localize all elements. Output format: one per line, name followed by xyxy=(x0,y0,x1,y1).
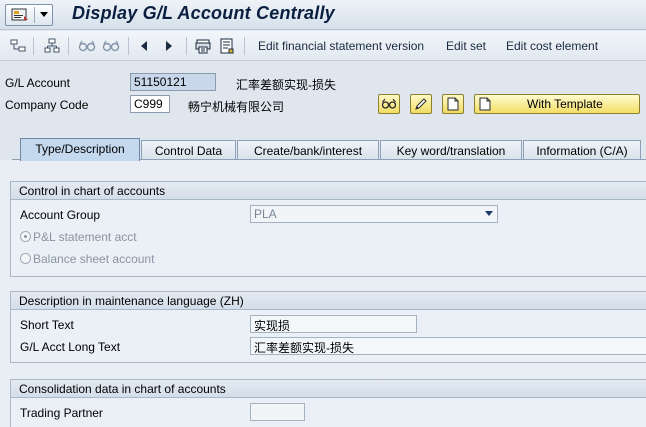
trading-partner-label: Trading Partner xyxy=(20,406,103,420)
edit-set-button[interactable]: Edit set xyxy=(446,39,486,53)
account-group-dropdown[interactable]: PLA xyxy=(250,205,498,223)
tab-create-bank-interest[interactable]: Create/bank/interest xyxy=(237,140,379,160)
hierarchy-icon xyxy=(10,39,26,52)
tab-information-ca[interactable]: Information (C/A) xyxy=(523,140,641,160)
glasses-back-icon xyxy=(78,40,96,52)
group-title: Consolidation data in chart of accounts xyxy=(11,380,646,398)
application-toolbar: Edit financial statement version Edit se… xyxy=(0,31,646,61)
title-bar: Display G/L Account Centrally xyxy=(0,0,646,30)
tab-strip: Type/Description Control Data Create/ban… xyxy=(0,138,646,161)
company-code-field[interactable]: C999 xyxy=(130,95,170,113)
radio-unselected-icon xyxy=(20,253,31,264)
notes-icon xyxy=(220,38,234,54)
blank-page-icon xyxy=(447,97,459,111)
consolidation-group: Consolidation data in chart of accounts … xyxy=(10,379,646,427)
chevron-down-icon xyxy=(485,211,493,216)
gl-account-description: 汇率差额实现-损失 xyxy=(236,78,336,92)
long-text-label: G/L Acct Long Text xyxy=(20,340,121,354)
hierarchy-button[interactable] xyxy=(9,37,27,55)
edit-fs-version-button[interactable]: Edit financial statement version xyxy=(258,39,424,53)
company-code-label: Company Code xyxy=(5,98,89,112)
company-code-description: 畅宁机械有限公司 xyxy=(188,100,285,114)
prev-arrow-icon xyxy=(141,41,147,51)
control-group: Control in chart of accounts Account Gro… xyxy=(10,181,646,277)
glasses-forward-icon xyxy=(102,40,120,52)
tab-key-word-translation[interactable]: Key word/translation xyxy=(380,140,522,160)
print-button[interactable] xyxy=(194,37,212,55)
pl-statement-radio[interactable]: P&L statement acct xyxy=(20,230,137,244)
gl-account-label: G/L Account xyxy=(5,76,70,90)
group-title: Control in chart of accounts xyxy=(11,182,646,200)
display-change-button[interactable] xyxy=(378,94,400,114)
tree-button[interactable] xyxy=(43,37,61,55)
tab-content-panel: Control in chart of accounts Account Gro… xyxy=(0,160,646,427)
system-menu-icon xyxy=(11,8,28,21)
glasses-icon xyxy=(381,98,397,109)
tab-type-description[interactable]: Type/Description xyxy=(20,138,140,161)
page-title: Display G/L Account Centrally xyxy=(72,3,335,23)
account-group-value: PLA xyxy=(254,207,277,221)
short-text-field[interactable]: 实现损 xyxy=(250,315,417,333)
chevron-down-icon xyxy=(40,12,48,17)
create-button[interactable] xyxy=(442,94,464,114)
pencil-icon xyxy=(415,98,427,110)
with-template-label: With Template xyxy=(527,97,603,111)
short-text-label: Short Text xyxy=(20,318,74,332)
glasses-forward-button[interactable] xyxy=(101,37,121,55)
edit-button[interactable] xyxy=(410,94,432,114)
tree-icon xyxy=(44,38,60,53)
system-menu-button[interactable] xyxy=(5,4,53,26)
printer-icon xyxy=(195,39,211,54)
radio-selected-icon xyxy=(20,231,31,242)
with-template-button[interactable]: With Template xyxy=(474,94,640,114)
blank-page-icon xyxy=(479,97,491,111)
group-title: Description in maintenance language (ZH) xyxy=(11,292,646,310)
gl-account-field[interactable]: 51150121 xyxy=(130,73,216,91)
edit-cost-element-button[interactable]: Edit cost element xyxy=(506,39,598,53)
trading-partner-field[interactable] xyxy=(250,403,305,421)
previous-button[interactable] xyxy=(137,37,151,55)
description-group: Description in maintenance language (ZH)… xyxy=(10,291,646,363)
next-button[interactable] xyxy=(162,37,176,55)
long-text-field[interactable]: 汇率差额实现-损失 xyxy=(250,337,646,355)
balance-sheet-radio[interactable]: Balance sheet account xyxy=(20,252,154,266)
next-arrow-icon xyxy=(166,41,172,51)
glasses-back-button[interactable] xyxy=(77,37,97,55)
notes-button[interactable] xyxy=(218,37,236,55)
account-group-label: Account Group xyxy=(20,208,101,222)
tab-control-data[interactable]: Control Data xyxy=(141,140,236,160)
